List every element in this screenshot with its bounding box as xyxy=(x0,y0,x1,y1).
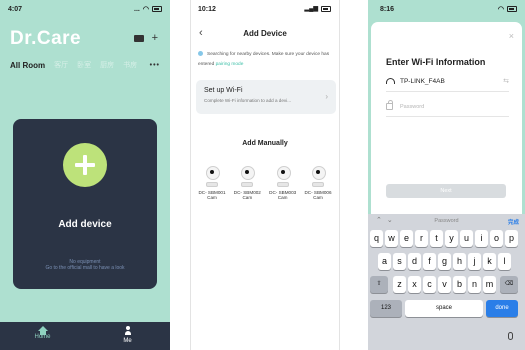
person-icon xyxy=(124,326,131,335)
more-icon[interactable]: ••• xyxy=(150,62,160,69)
wifi-info-screen: 8:16 ◠ × Enter Wi-Fi Information TP-LINK… xyxy=(368,0,525,350)
status-time: 8:16 xyxy=(380,6,395,13)
key[interactable]: u xyxy=(460,230,473,247)
close-icon[interactable]: × xyxy=(509,31,514,41)
status-time: 4:07 xyxy=(8,6,23,13)
tab-home[interactable]: Home xyxy=(0,322,85,350)
signal-dots: ... xyxy=(134,5,140,13)
wifi-status-icon: ◠ xyxy=(497,6,504,13)
add-icon[interactable]: + xyxy=(152,33,158,44)
battery-icon xyxy=(321,5,331,12)
search-notice: Searching for nearby devices. Make sure … xyxy=(198,51,330,67)
key[interactable]: v xyxy=(438,276,451,293)
device-item[interactable]: DC- SBM006 Cam xyxy=(301,166,335,200)
key[interactable]: a xyxy=(378,253,391,270)
key[interactable]: b xyxy=(453,276,466,293)
key[interactable]: r xyxy=(415,230,428,247)
bottom-tab-bar: Home Me xyxy=(0,322,170,350)
keyboard-toolbar: ⌃⌄ Password 完成 xyxy=(376,217,519,226)
battery-icon xyxy=(507,6,517,12)
key[interactable]: n xyxy=(468,276,481,293)
device-item[interactable]: DC- SBM001 Cam xyxy=(195,166,229,200)
camera-icon xyxy=(205,166,220,186)
key[interactable]: k xyxy=(483,253,496,270)
sheet-title: Enter Wi-Fi Information xyxy=(386,57,486,67)
signal-icon: ▂▄▆ xyxy=(304,6,318,12)
key[interactable]: m xyxy=(483,276,496,293)
key[interactable]: h xyxy=(453,253,466,270)
room-tabs: All Room 客厅 卧室 厨房 书房 ••• xyxy=(10,60,160,70)
home-icon xyxy=(37,326,48,335)
message-icon[interactable] xyxy=(133,35,144,42)
pairing-mode-link[interactable]: pairing mode xyxy=(216,62,244,67)
wifi-icon: ◠ xyxy=(142,6,149,13)
device-item[interactable]: DC- SBM002 Cam xyxy=(230,166,264,200)
lock-icon xyxy=(386,100,393,110)
tab-room[interactable]: 卧室 xyxy=(77,60,91,70)
status-bar: 10:12 ▂▄▆ xyxy=(191,0,339,20)
key[interactable]: t xyxy=(430,230,443,247)
status-bar: 4:07 ... ◠ xyxy=(0,0,170,20)
microphone-icon[interactable] xyxy=(508,332,513,340)
next-button[interactable]: Next xyxy=(386,184,506,198)
tab-me[interactable]: Me xyxy=(85,322,170,350)
key[interactable]: x xyxy=(408,276,421,293)
app-brand: Dr.Care xyxy=(10,28,82,49)
key[interactable]: f xyxy=(423,253,436,270)
key[interactable]: q xyxy=(370,230,383,247)
done-key[interactable]: done xyxy=(486,300,518,317)
wifi-icon xyxy=(386,78,395,84)
key[interactable]: g xyxy=(438,253,451,270)
key[interactable]: c xyxy=(423,276,436,293)
empty-message-link[interactable]: Go to the official mall to have a look xyxy=(13,265,157,271)
camera-icon xyxy=(276,166,291,186)
key[interactable]: s xyxy=(393,253,406,270)
key[interactable]: o xyxy=(490,230,503,247)
wifi-sheet: × Enter Wi-Fi Information TP-LINK_F4AB ⇆… xyxy=(371,22,522,214)
ssid-value: TP-LINK_F4AB xyxy=(400,78,445,85)
key[interactable]: y xyxy=(445,230,458,247)
key[interactable]: d xyxy=(408,253,421,270)
status-time: 10:12 xyxy=(198,6,216,13)
backspace-key[interactable]: ⌫ xyxy=(500,276,518,293)
numbers-key[interactable]: 123 xyxy=(370,300,402,317)
password-field[interactable]: Password xyxy=(386,97,509,117)
swap-icon[interactable]: ⇆ xyxy=(503,77,509,85)
shift-key[interactable]: ⇧ xyxy=(370,276,388,293)
tab-room[interactable]: 客厅 xyxy=(54,60,68,70)
status-bar: 8:16 ◠ xyxy=(368,0,525,20)
key[interactable]: p xyxy=(505,230,518,247)
chevron-right-icon: › xyxy=(325,92,328,101)
searching-icon xyxy=(198,51,203,56)
add-device-card[interactable]: Add device No equipment Go to the offici… xyxy=(13,119,157,289)
tab-room[interactable]: 书房 xyxy=(123,60,137,70)
keyboard: ⌃⌄ Password 完成 q w e r t y u i o p a s d… xyxy=(368,214,525,350)
add-device-plus-icon[interactable] xyxy=(63,143,107,187)
tab-room[interactable]: 厨房 xyxy=(100,60,114,70)
keyboard-done-link[interactable]: 完成 xyxy=(508,218,519,226)
key[interactable]: j xyxy=(468,253,481,270)
camera-icon xyxy=(240,166,256,186)
password-placeholder: Password xyxy=(400,104,425,110)
device-list: DC- SBM001 Cam DC- SBM002 Cam DC- SBM003… xyxy=(195,166,335,200)
home-screen: 4:07 ... ◠ Dr.Care + All Room 客厅 卧室 厨房 书… xyxy=(0,0,170,350)
add-device-screen: 10:12 ▂▄▆ ‹ Add Device Searching for nea… xyxy=(190,0,340,350)
space-key[interactable]: space xyxy=(405,300,483,317)
setup-wifi-subtitle: Complete Wi-Fi information to add a devi… xyxy=(204,98,292,103)
setup-wifi-item[interactable]: Set up Wi-Fi Complete Wi-Fi information … xyxy=(196,80,336,114)
device-item[interactable]: DC- SBM003 Cam xyxy=(266,166,300,200)
battery-icon xyxy=(152,6,162,12)
tab-all-room[interactable]: All Room xyxy=(10,61,45,70)
add-device-label: Add device xyxy=(58,219,112,230)
ssid-row[interactable]: TP-LINK_F4AB ⇆ xyxy=(386,72,509,92)
key[interactable]: z xyxy=(393,276,406,293)
camera-icon xyxy=(311,166,326,186)
key[interactable]: e xyxy=(400,230,413,247)
setup-wifi-title: Set up Wi-Fi xyxy=(204,87,243,94)
page-title: Add Device xyxy=(243,29,287,38)
key[interactable]: w xyxy=(385,230,398,247)
key[interactable]: l xyxy=(498,253,511,270)
key[interactable]: i xyxy=(475,230,488,247)
add-manually-heading: Add Manually xyxy=(242,140,288,147)
